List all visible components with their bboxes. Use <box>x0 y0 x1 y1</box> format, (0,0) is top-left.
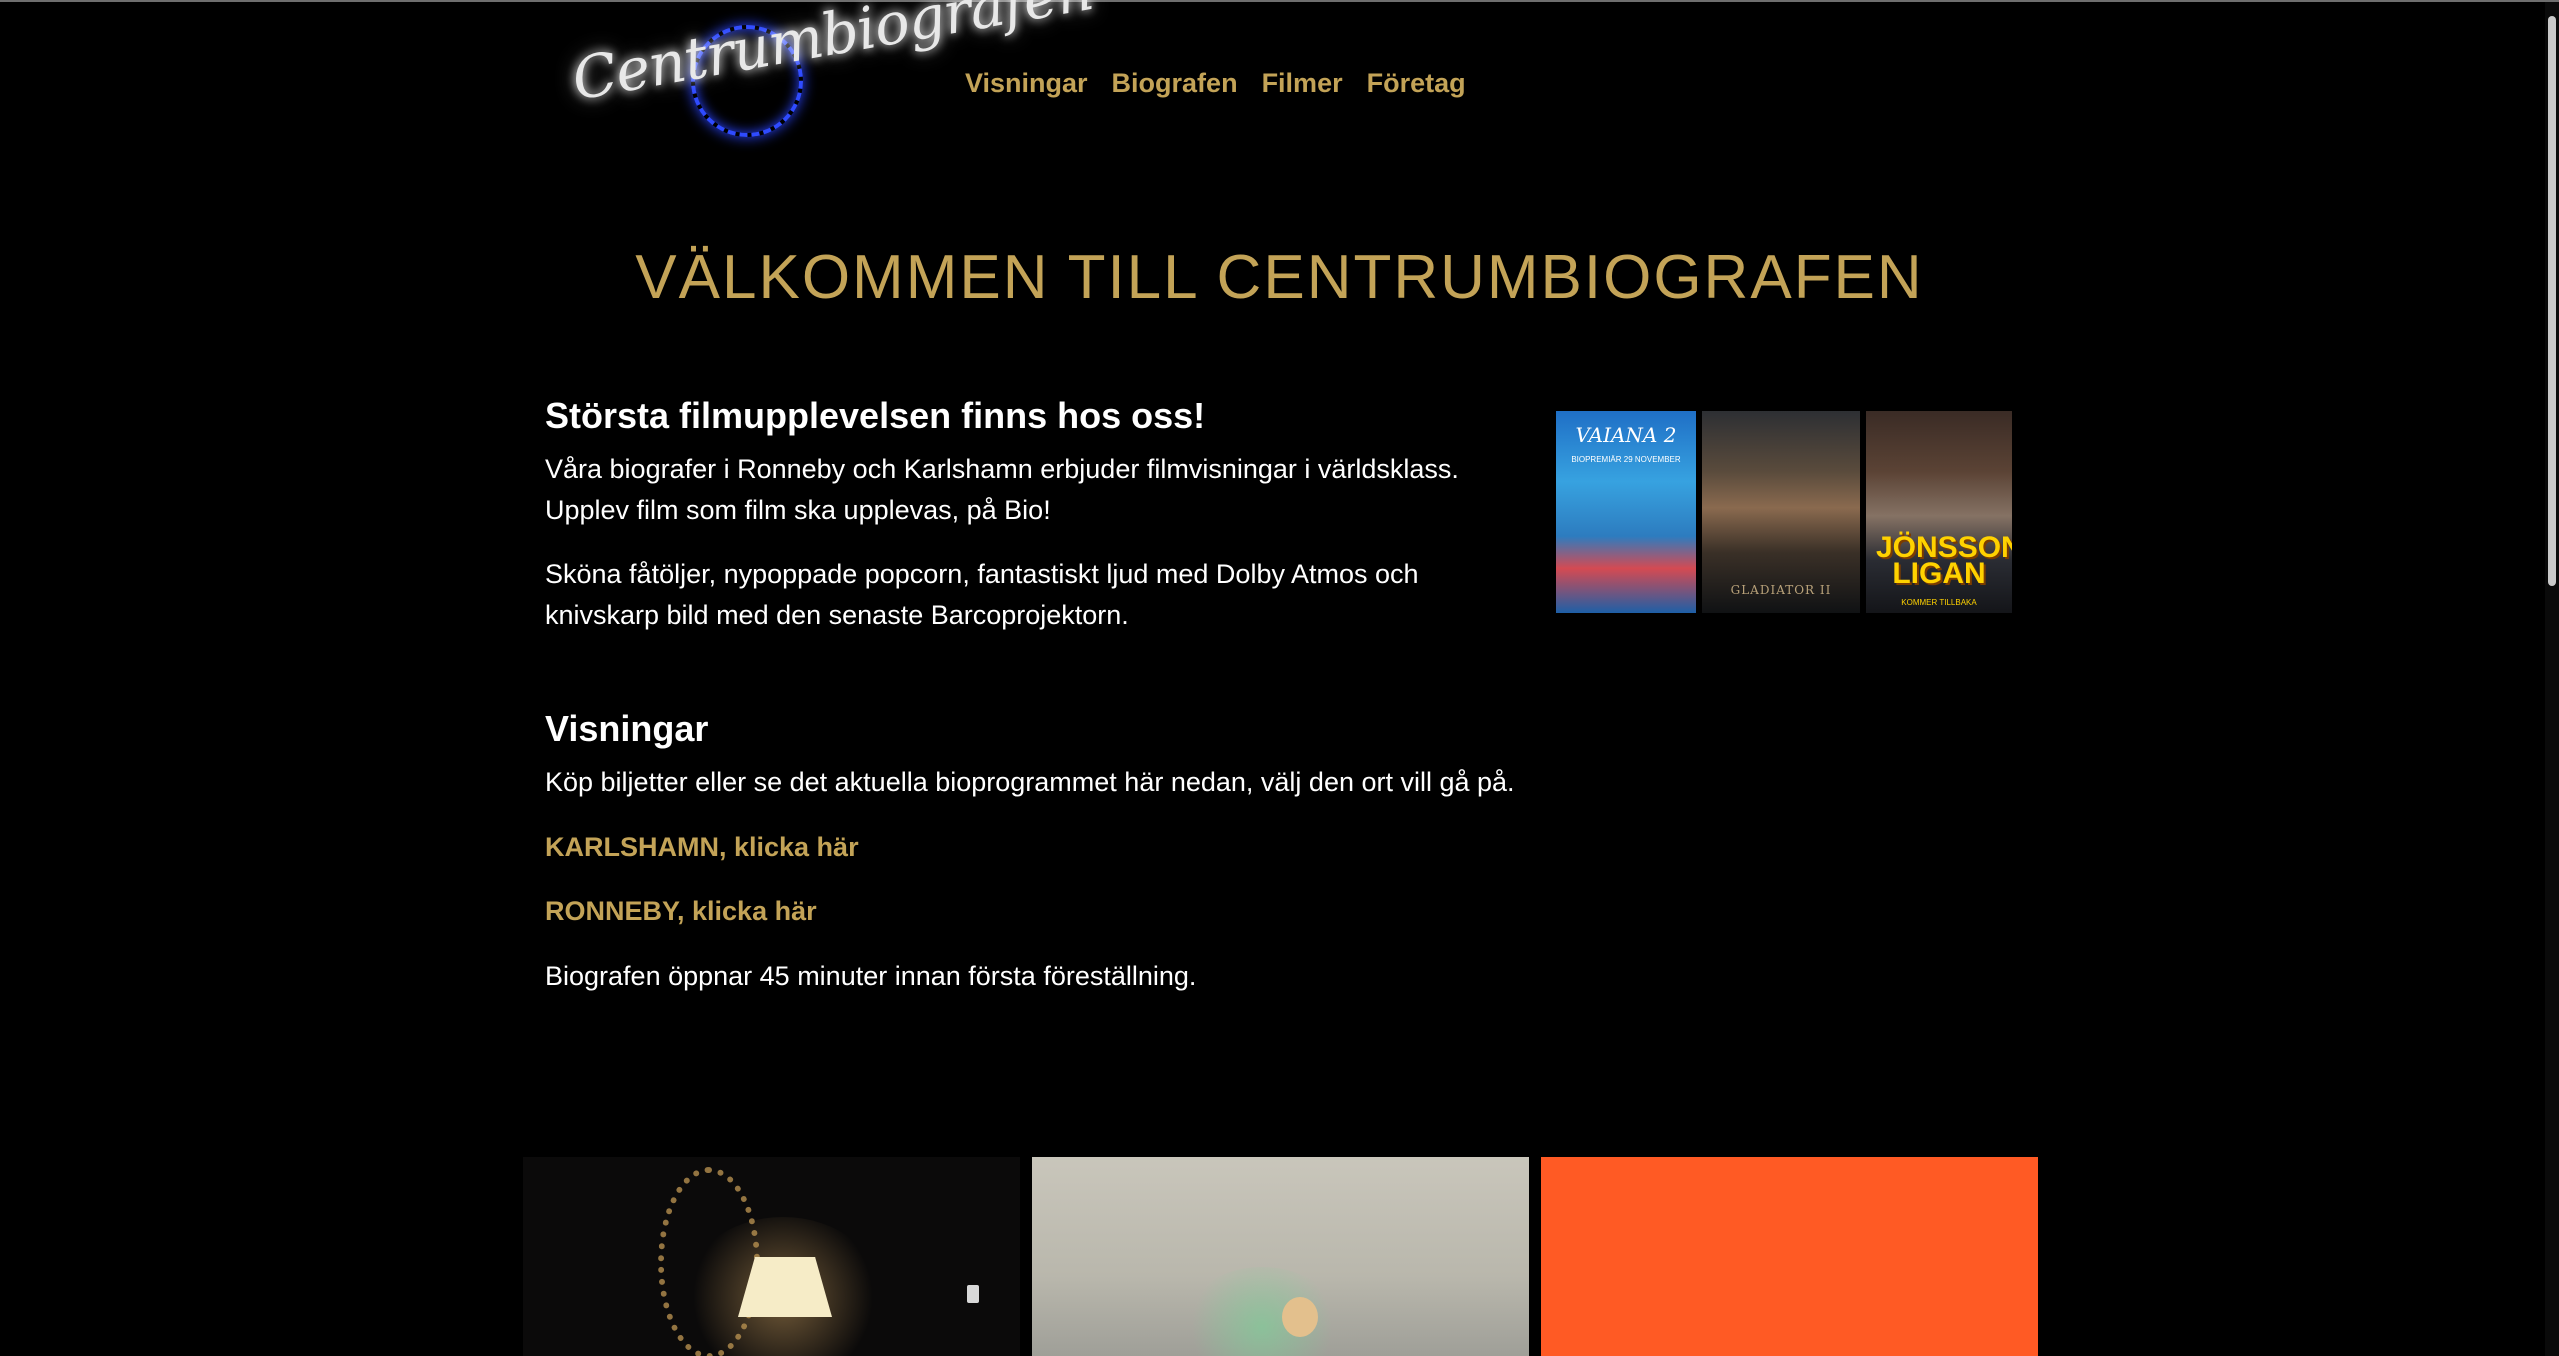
intro-heading: Största filmupplevelsen finns hos oss! <box>545 395 1206 436</box>
page-scrollbar[interactable] <box>2545 2 2559 1356</box>
intro-paragraph-2a: Sköna fåtöljer, nypoppade popcorn, fanta… <box>545 559 1419 589</box>
wall-outlet <box>967 1285 979 1303</box>
movie-posters: VAIANA 2 BIOPREMIÄR 29 NOVEMBER GLADIATO… <box>1556 411 2012 613</box>
poster-vaiana-2[interactable]: VAIANA 2 BIOPREMIÄR 29 NOVEMBER <box>1556 411 1696 613</box>
main-nav: Visningar Biografen Filmer Företag <box>965 68 1466 99</box>
poster-jonssonligan[interactable]: JÖNSSON LIGAN KOMMER TILLBAKA <box>1866 411 2012 613</box>
orange-tile[interactable] <box>1541 1157 2038 1356</box>
intro-paragraph-1a: Våra biografer i Ronneby och Karlshamn e… <box>545 454 1459 484</box>
intro-paragraph-1b: Upplev film som film ska upplevas, på Bi… <box>545 495 1051 525</box>
image-tile-children[interactable] <box>1032 1157 1529 1356</box>
image-tile-lounge[interactable] <box>523 1157 1020 1356</box>
site-logo[interactable]: Centrumbiografen <box>565 0 1098 148</box>
wall-ornament <box>658 1167 760 1356</box>
poster-title: JÖNSSON LIGAN <box>1876 533 2012 590</box>
poster-gladiator-2[interactable]: GLADIATOR II <box>1702 411 1860 613</box>
nav-foretag[interactable]: Företag <box>1367 68 1466 99</box>
opening-note: Biografen öppnar 45 minuter innan första… <box>545 961 1197 991</box>
karlshamn-link[interactable]: KARLSHAMN, klicka här <box>545 832 859 863</box>
nav-filmer[interactable]: Filmer <box>1262 68 1343 99</box>
intro-paragraph-2b: knivskarp bild med den senaste Barcoproj… <box>545 600 1129 630</box>
ronneby-link[interactable]: RONNEBY, klicka här <box>545 896 817 927</box>
nav-biografen[interactable]: Biografen <box>1112 68 1238 99</box>
stage-light <box>1182 1267 1342 1356</box>
poster-date: BIOPREMIÄR 29 NOVEMBER <box>1571 455 1681 464</box>
child-figure <box>1282 1297 1318 1337</box>
scrollbar-thumb[interactable] <box>2548 16 2556 586</box>
browser-top-edge <box>0 0 2559 2</box>
visningar-text: Köp biljetter eller se det aktuella biop… <box>545 767 1515 797</box>
visningar-heading: Visningar <box>545 708 709 749</box>
poster-subtitle: KOMMER TILLBAKA <box>1901 598 1977 607</box>
poster-title: GLADIATOR II <box>1730 583 1832 597</box>
poster-title: VAIANA 2 <box>1575 423 1677 447</box>
poster-title-line2: LIGAN <box>1892 557 1986 590</box>
nav-visningar[interactable]: Visningar <box>965 68 1088 99</box>
page-title: VÄLKOMMEN TILL CENTRUMBIOGRAFEN <box>635 243 1924 312</box>
